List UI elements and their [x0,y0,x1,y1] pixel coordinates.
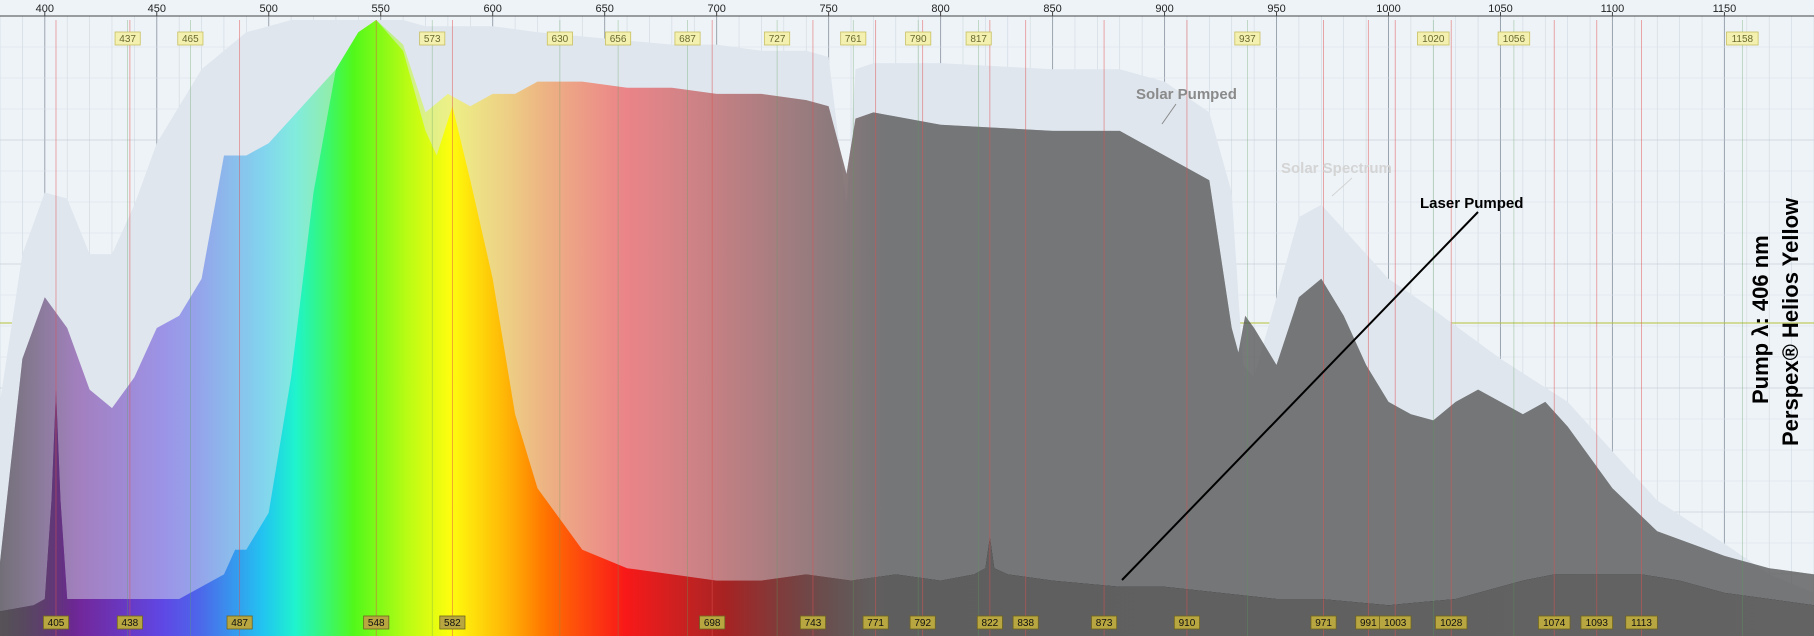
x-tick-label: 850 [1043,3,1061,15]
peak-label: 687 [679,34,696,45]
x-tick-label: 800 [931,3,949,15]
peak-label: 1020 [1422,34,1445,45]
x-tick-label: 950 [1267,3,1285,15]
solar-pumped-label: Solar Pumped [1136,86,1237,103]
peak-label: 937 [1239,34,1256,45]
x-tick-label: 750 [819,3,837,15]
x-tick-label: 1050 [1488,3,1512,15]
x-tick-label: 1000 [1376,3,1400,15]
peak-label: 790 [910,34,927,45]
peak-label: 817 [970,34,987,45]
peak-label: 630 [552,34,569,45]
material-label: Perspex® Helios Yellow [1778,197,1803,446]
x-tick-label: 400 [36,3,54,15]
x-tick-label: 1150 [1713,3,1737,15]
peak-label: 656 [610,34,627,45]
x-tick-label: 450 [148,3,166,15]
peak-label: 971 [1315,618,1332,629]
peak-label: 1074 [1543,618,1566,629]
x-tick-label: 500 [260,3,278,15]
peak-label: 405 [48,618,65,629]
x-tick-label: 600 [484,3,502,15]
peak-label: 743 [805,618,822,629]
peak-label: 761 [845,34,862,45]
peak-label: 438 [122,618,139,629]
peak-label: 548 [368,618,385,629]
peak-label: 1093 [1586,618,1609,629]
chart-svg: 400 450 500 550 600 650 700 750 800 850 900 950 1000… [0,0,1814,636]
x-tick-label: 550 [372,3,390,15]
solar-spectrum-label: Solar Spectrum [1281,160,1392,177]
peak-label: 465 [182,34,199,45]
peak-label: 792 [914,618,931,629]
peak-label: 487 [231,618,248,629]
peak-label: 698 [704,618,721,629]
peak-label: 822 [982,618,999,629]
pump-wavelength-label: Pump λ: 406 nm [1748,235,1773,404]
x-tick-label: 900 [1155,3,1173,15]
peak-label: 1003 [1384,618,1407,629]
peak-label: 910 [1179,618,1196,629]
peak-label: 1158 [1732,34,1754,45]
peak-label: 1028 [1440,618,1463,629]
peak-label: 582 [444,618,461,629]
laser-pumped-label: Laser Pumped [1420,195,1523,212]
peak-label: 1056 [1503,34,1526,45]
peak-label: 1113 [1631,618,1652,629]
spectrum-chart: 400 450 500 550 600 650 700 750 800 850 900 950 1000… [0,0,1814,636]
peak-label: 771 [867,618,884,629]
x-tick-label: 1100 [1601,3,1625,15]
peak-label: 991 [1360,618,1377,629]
x-tick-label: 700 [707,3,725,15]
x-tick-label: 650 [595,3,613,15]
peak-label: 573 [424,34,441,45]
peak-label: 437 [119,34,136,45]
peak-label: 873 [1096,618,1113,629]
peak-label: 838 [1017,618,1034,629]
peak-label: 727 [769,34,786,45]
